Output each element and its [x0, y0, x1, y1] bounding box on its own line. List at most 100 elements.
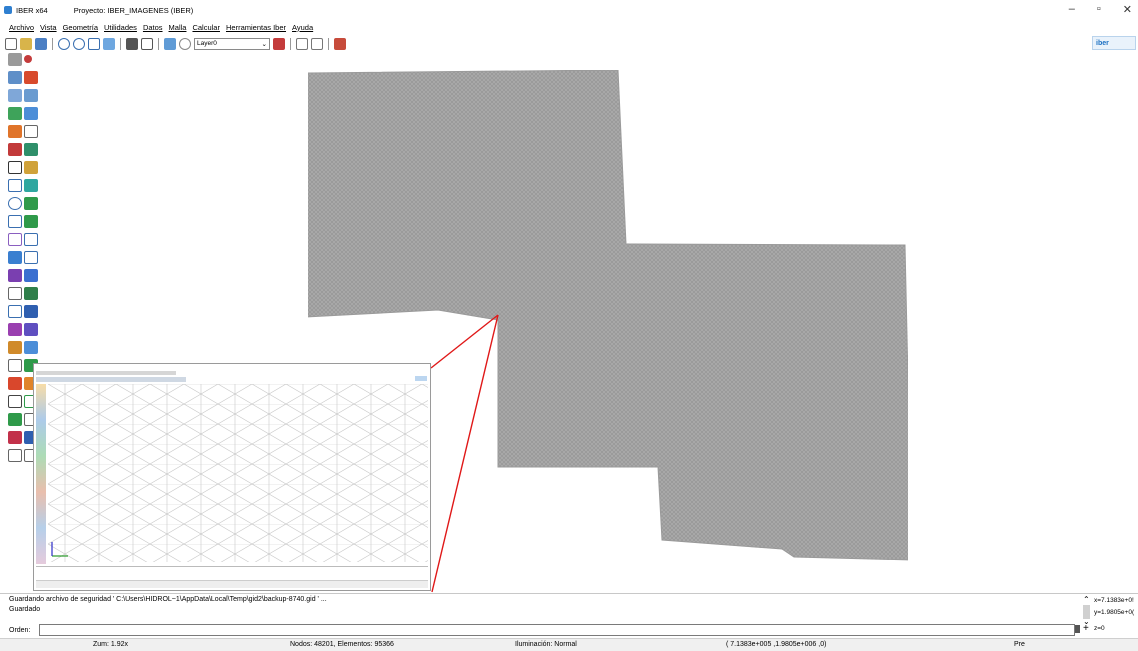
open-file-icon[interactable]: [20, 37, 32, 50]
tool-icon[interactable]: [8, 53, 22, 66]
menu-bar: Archivo Vista Geometría Utilidades Datos…: [0, 20, 313, 34]
new-file-icon[interactable]: [5, 37, 17, 50]
tool-icon[interactable]: [24, 287, 38, 300]
tool-icon[interactable]: [24, 143, 38, 156]
tool-icon[interactable]: [8, 71, 22, 84]
layer-value: Layer0: [197, 40, 217, 47]
tool-icon[interactable]: [24, 233, 38, 246]
tool-icon[interactable]: [8, 215, 22, 228]
tool-icon[interactable]: [8, 341, 22, 354]
tool-icon[interactable]: [8, 359, 22, 372]
iber-logo: iber: [1092, 36, 1136, 50]
tool-icon[interactable]: [24, 251, 38, 264]
tool-icon[interactable]: [8, 179, 22, 192]
order-label: Orden:: [9, 626, 31, 634]
tool-icon[interactable]: [8, 125, 22, 138]
tool-icon[interactable]: [24, 215, 38, 228]
view-icon[interactable]: [179, 37, 191, 50]
inset-menubar: [36, 371, 176, 375]
exit-icon[interactable]: [334, 37, 346, 50]
pan-icon[interactable]: [103, 37, 115, 50]
tool-icon[interactable]: [8, 305, 22, 318]
message-log: Guardando archivo de seguridad ' C:\User…: [0, 593, 1138, 623]
help-icon[interactable]: [311, 37, 323, 50]
tool-icon[interactable]: [24, 161, 38, 174]
tool-icon[interactable]: [8, 395, 22, 408]
tool-icon[interactable]: [8, 377, 22, 390]
zoom-status: Zum: 1.92x: [93, 641, 129, 648]
tool-icon[interactable]: [24, 323, 38, 336]
tool-icon[interactable]: [8, 323, 22, 336]
menu-vista[interactable]: Vista: [40, 23, 57, 32]
tool-icon[interactable]: [24, 107, 38, 120]
tool-icon[interactable]: [24, 341, 38, 354]
menu-herramientas-iber[interactable]: Herramientas Iber: [226, 23, 286, 32]
command-row: Orden:: [0, 623, 1138, 637]
window-controls: – ▫ ✕: [1069, 3, 1132, 16]
settings-icon[interactable]: [296, 37, 308, 50]
print-icon[interactable]: [141, 37, 153, 50]
tool-icon[interactable]: [8, 197, 22, 210]
scroll-up-icon[interactable]: ⌃: [1083, 595, 1090, 604]
tool-icon[interactable]: [24, 179, 38, 192]
tool-icon[interactable]: [8, 107, 22, 120]
tool-icon[interactable]: [8, 413, 22, 426]
tool-icon[interactable]: [8, 431, 22, 444]
tool-icon[interactable]: [24, 89, 38, 102]
zoom-frame-icon[interactable]: [88, 37, 100, 50]
lighting-status: Iluminación: Normal: [515, 641, 577, 648]
mesh-stats-status: Nodos: 48201, Elementos: 95366: [290, 641, 394, 648]
tool-icon[interactable]: [24, 305, 38, 318]
status-bar: Zum: 1.92x Nodos: 48201, Elementos: 9536…: [0, 638, 1138, 651]
inset-titlebar: [34, 364, 430, 371]
maximize-button[interactable]: ▫: [1097, 3, 1101, 16]
tool-icon[interactable]: [24, 125, 38, 138]
tool-icon[interactable]: [8, 143, 22, 156]
menu-ayuda[interactable]: Ayuda: [292, 23, 313, 32]
inset-mesh-grid: [48, 384, 428, 562]
tool-icon[interactable]: [24, 71, 38, 84]
render-icon[interactable]: [126, 37, 138, 50]
menu-archivo[interactable]: Archivo: [9, 23, 34, 32]
menu-utilidades[interactable]: Utilidades: [104, 23, 137, 32]
tool-icon[interactable]: [8, 449, 22, 462]
app-name: IBER x64: [16, 5, 48, 15]
zoom-out-icon[interactable]: [73, 37, 85, 50]
menu-datos[interactable]: Datos: [143, 23, 163, 32]
save-file-icon[interactable]: [35, 37, 47, 50]
log-line-1: Guardando archivo de seguridad ' C:\User…: [9, 596, 327, 603]
coord-x: x=7.1383e+0!: [1094, 597, 1134, 604]
layers-icon[interactable]: [164, 37, 176, 50]
close-button[interactable]: ✕: [1123, 3, 1132, 16]
zoomed-inset: [33, 363, 431, 591]
toolbar-separator: [290, 37, 291, 50]
mode-status: Pre: [1014, 641, 1025, 648]
layer-dropdown[interactable]: Layer0 ⌄: [194, 37, 270, 50]
inset-toolbar: [36, 377, 186, 382]
menu-malla[interactable]: Malla: [169, 23, 187, 32]
tool-icon[interactable]: [24, 197, 38, 210]
tool-icon[interactable]: [24, 269, 38, 282]
toolbar-separator: [158, 37, 159, 50]
leader-line-bottom: [431, 314, 499, 593]
menu-geometria[interactable]: Geometría: [63, 23, 98, 32]
toolbar-separator: [328, 37, 329, 50]
toolbar-separator: [120, 37, 121, 50]
main-toolbar: Layer0 ⌄: [0, 35, 1138, 52]
tool-icon[interactable]: [8, 287, 22, 300]
minimize-button[interactable]: –: [1069, 3, 1075, 16]
tool-icon[interactable]: [8, 233, 22, 246]
tool-icon[interactable]: [8, 269, 22, 282]
inset-left-toolbar: [36, 384, 46, 564]
tool-icon[interactable]: [8, 161, 22, 174]
cursor-position-status: ( 7.1383e+005 ,1.9805e+006 ,0): [726, 641, 827, 648]
layer-color-icon[interactable]: [273, 37, 285, 50]
tool-icon[interactable]: [24, 55, 32, 63]
order-input[interactable]: [39, 624, 1075, 636]
tool-icon[interactable]: [8, 251, 22, 264]
zoom-in-icon[interactable]: [58, 37, 70, 50]
tool-icon[interactable]: [8, 89, 22, 102]
coord-y: y=1.9805e+0(: [1094, 609, 1135, 616]
iber-logo-text: iber: [1096, 39, 1109, 47]
menu-calcular[interactable]: Calcular: [192, 23, 220, 32]
